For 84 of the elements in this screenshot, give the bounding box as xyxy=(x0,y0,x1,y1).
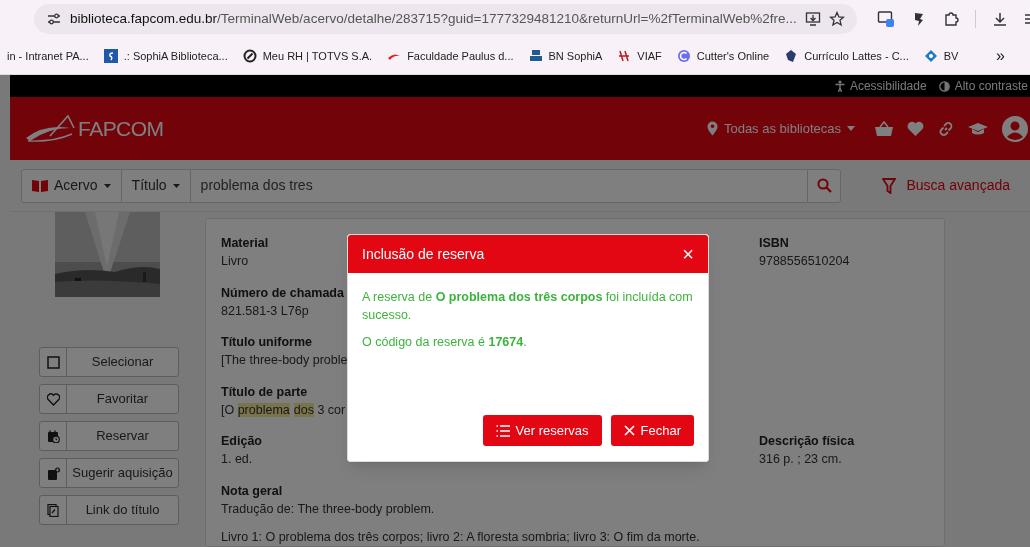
calendar-clock-icon xyxy=(46,429,60,443)
filter-icon xyxy=(882,177,897,194)
heart-icon[interactable] xyxy=(907,121,924,136)
bookmark-link[interactable]: Cutter's Online xyxy=(696,47,770,65)
field-value: 821.581-3 L76p xyxy=(221,302,309,320)
dialog-message: O código da reserva é 17674. xyxy=(362,334,528,351)
download-icon[interactable] xyxy=(991,11,1008,27)
top-link[interactable]: Acessibilidade xyxy=(849,77,927,95)
action-button[interactable]: Favoritar xyxy=(39,384,179,414)
bookmark-icon xyxy=(242,49,257,63)
extensions-icon[interactable] xyxy=(942,11,959,27)
bookmark-icon xyxy=(923,49,938,63)
list-icon xyxy=(495,423,510,438)
action-button[interactable]: Selecionar xyxy=(39,347,179,377)
cast-icon[interactable] xyxy=(876,10,895,28)
bookmarks-overflow[interactable]: » xyxy=(996,44,1005,68)
search-button[interactable] xyxy=(807,168,841,203)
library-select[interactable]: Todas as bibliotecas xyxy=(706,118,855,139)
field-value: 1. ed. xyxy=(221,451,253,468)
link-icon[interactable] xyxy=(938,120,954,137)
address-bar[interactable]: biblioteca.fapcom.edu.br/TerminalWeb/acervo/detalhe/283715?guid=1777329481210&returnUrl=%2fTerminalWeb%2fre... xyxy=(34,4,857,34)
book-plus-icon xyxy=(46,466,60,480)
graduation-cap-icon[interactable] xyxy=(968,121,988,136)
field-label: ISBN xyxy=(759,235,790,252)
field-label: Título uniforme xyxy=(221,334,312,351)
field-dropdown[interactable]: Título xyxy=(121,168,191,203)
action-button[interactable]: Link do título xyxy=(39,495,179,525)
bookmark-link[interactable]: in - Intranet PA... xyxy=(7,47,89,65)
bookmark-icon xyxy=(528,49,543,63)
note-text: Livro 1: O problema dos três corpos; livro 2: A floresta sombria; livro 3: O fim da morte. xyxy=(221,529,701,546)
field-value: Tradução de: The three-body problem. xyxy=(221,500,435,518)
checkbox-icon xyxy=(46,355,60,369)
star-icon[interactable] xyxy=(828,11,845,27)
dialog-message: A reserva de O problema dos três corpos foi incluída com sucesso. xyxy=(362,289,694,324)
heart-icon xyxy=(46,392,60,406)
caret-icon xyxy=(172,183,180,188)
dialog-title: Inclusão de reserva xyxy=(362,244,485,264)
bookmark-link[interactable]: Currículo Lattes - C... xyxy=(804,47,909,65)
field-label: Edição xyxy=(221,433,262,450)
basket-icon[interactable] xyxy=(875,120,893,137)
pin-icon xyxy=(706,121,718,136)
bookmark-link[interactable]: Meu RH | TOTVS S.A. xyxy=(262,47,373,65)
contrast-icon xyxy=(938,80,950,92)
field-value: 9788556510204 xyxy=(759,253,850,270)
field-label: Descrição física xyxy=(759,433,855,450)
field-value: [O problema dos 3 cor xyxy=(221,401,346,419)
close-button[interactable]: × xyxy=(682,244,694,264)
dialog-button[interactable]: Ver reservas xyxy=(482,415,602,446)
advanced-search-link[interactable]: Busca avançada xyxy=(882,175,1010,196)
scope-dropdown[interactable]: Acervo xyxy=(21,168,122,203)
search-icon xyxy=(816,178,832,193)
field-value: 316 p. ; 23 cm. xyxy=(759,451,843,468)
caret-icon xyxy=(847,126,855,131)
bookmark-icon xyxy=(617,49,632,63)
logo-text: FAPCOM xyxy=(78,115,164,142)
user-avatar-icon[interactable] xyxy=(1002,115,1028,142)
action-button[interactable]: Reservar xyxy=(39,421,179,451)
bookmark-link[interactable]: VIAF xyxy=(637,47,662,65)
field-label: Nota geral xyxy=(221,482,283,500)
site-info-icon xyxy=(46,11,62,27)
install-icon[interactable] xyxy=(804,11,821,27)
logo-swoosh-icon xyxy=(24,113,76,144)
close-icon xyxy=(623,425,635,436)
field-label: Título de parte xyxy=(221,383,308,401)
bookmark-icon xyxy=(784,49,799,63)
field-label: Número de chamada xyxy=(221,284,344,302)
caret-icon xyxy=(103,183,111,188)
bookmark-link[interactable]: BN SophiA xyxy=(548,47,603,65)
top-link[interactable]: Alto contraste xyxy=(954,77,1028,95)
bookmark-icon xyxy=(103,49,118,63)
action-button[interactable]: Sugerir aquisição xyxy=(39,458,179,488)
url-text: biblioteca.fapcom.edu.br/TerminalWeb/acervo/detalhe/283715?guid=1777329481210&returnUrl=%2fTerminalWeb%2fre... xyxy=(70,9,797,28)
accessibility-icon xyxy=(834,80,845,92)
bookmark-link[interactable]: BV xyxy=(943,47,959,65)
bookmark-link[interactable]: Faculdade Paulus d... xyxy=(407,47,514,65)
bookmark-link[interactable]: .: SophiA Biblioteca... xyxy=(123,47,228,65)
search-field[interactable]: problema dos tres xyxy=(190,168,807,203)
bookmark-icon xyxy=(676,49,691,63)
book-icon xyxy=(32,179,48,192)
field-value: Livro xyxy=(221,253,249,270)
copy-icon xyxy=(46,503,60,517)
field-value: [The three-body proble xyxy=(221,352,348,369)
dialog-button[interactable]: Fechar xyxy=(610,415,694,446)
field-label: Material xyxy=(221,235,269,252)
